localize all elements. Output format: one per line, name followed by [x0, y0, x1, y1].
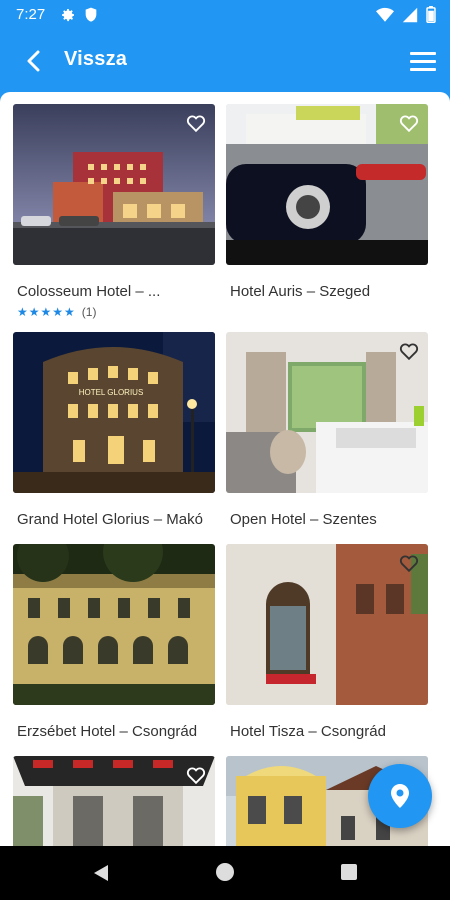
status-right-icons: [376, 6, 436, 23]
hotel-photo: [13, 756, 215, 846]
hotel-rating: ★★★★★ (1): [17, 305, 215, 319]
signal-icon: [402, 7, 418, 22]
hotel-card[interactable]: Hotel Tisza – Csongrád: [226, 544, 428, 740]
menu-icon-bar: [410, 59, 436, 63]
hotel-name: Erzsébet Hotel – Csongrád: [17, 723, 198, 740]
hotel-name: Colosseum Hotel – ...: [17, 283, 161, 300]
shield-icon: [85, 7, 97, 22]
nav-home-icon[interactable]: [216, 863, 234, 881]
hotel-sign: HOTEL GLORIUS: [79, 388, 144, 397]
location-pin-icon: [391, 784, 409, 808]
hotel-name: Hotel Tisza – Csongrád: [230, 723, 386, 740]
heart-icon[interactable]: [398, 552, 420, 574]
hotel-card[interactable]: Hotel Auris – Szeged: [226, 104, 428, 300]
review-count: (1): [81, 305, 97, 319]
hotel-photo: [226, 332, 428, 493]
hotel-name: Grand Hotel Glorius – Makó: [17, 511, 203, 528]
heart-icon[interactable]: [185, 112, 207, 134]
hotel-card[interactable]: Open Hotel – Szentes: [226, 332, 428, 528]
system-nav-bar: [0, 846, 450, 900]
settings-icon: [62, 9, 74, 22]
app-title: Vissza: [64, 48, 128, 70]
star-rating: ★★★★★: [17, 305, 76, 319]
hotel-name: Hotel Auris – Szeged: [230, 283, 371, 300]
hotel-photo: [226, 104, 428, 265]
hotel-name: Open Hotel – Szentes: [230, 511, 377, 528]
hotel-photo: [13, 104, 215, 265]
wifi-icon: [376, 7, 394, 22]
menu-icon-bar: [410, 67, 436, 71]
back-button[interactable]: [18, 48, 48, 74]
app-bar: Vissza: [0, 30, 450, 92]
hotel-card[interactable]: Erzsébet Hotel – Csongrád: [13, 544, 215, 740]
hotel-grid: Colosseum Hotel – ... ★★★★★ (1) Hotel Au…: [0, 92, 450, 846]
hotel-card[interactable]: HOTEL GLORIUS Grand Hotel Glorius – Makó: [13, 332, 215, 528]
hotel-photo: [13, 544, 215, 705]
heart-icon[interactable]: [398, 340, 420, 362]
map-fab-button[interactable]: [368, 764, 432, 828]
hotel-card[interactable]: Colosseum Hotel – ... ★★★★★ (1): [13, 104, 215, 319]
heart-icon[interactable]: [185, 764, 207, 786]
menu-button[interactable]: [410, 48, 436, 74]
status-time: 7:27: [16, 6, 46, 23]
status-left-icons: [60, 7, 98, 23]
arrow-back-icon: [27, 50, 40, 72]
menu-icon-bar: [410, 51, 436, 55]
status-bar: 7:27: [0, 0, 450, 30]
nav-recents-icon[interactable]: [341, 864, 357, 880]
nav-back-icon[interactable]: [92, 864, 110, 882]
hotel-photo: [226, 544, 428, 705]
hotel-card[interactable]: [13, 756, 215, 846]
heart-icon[interactable]: [398, 112, 420, 134]
hotel-photo: HOTEL GLORIUS: [13, 332, 215, 493]
battery-icon: [426, 6, 436, 23]
